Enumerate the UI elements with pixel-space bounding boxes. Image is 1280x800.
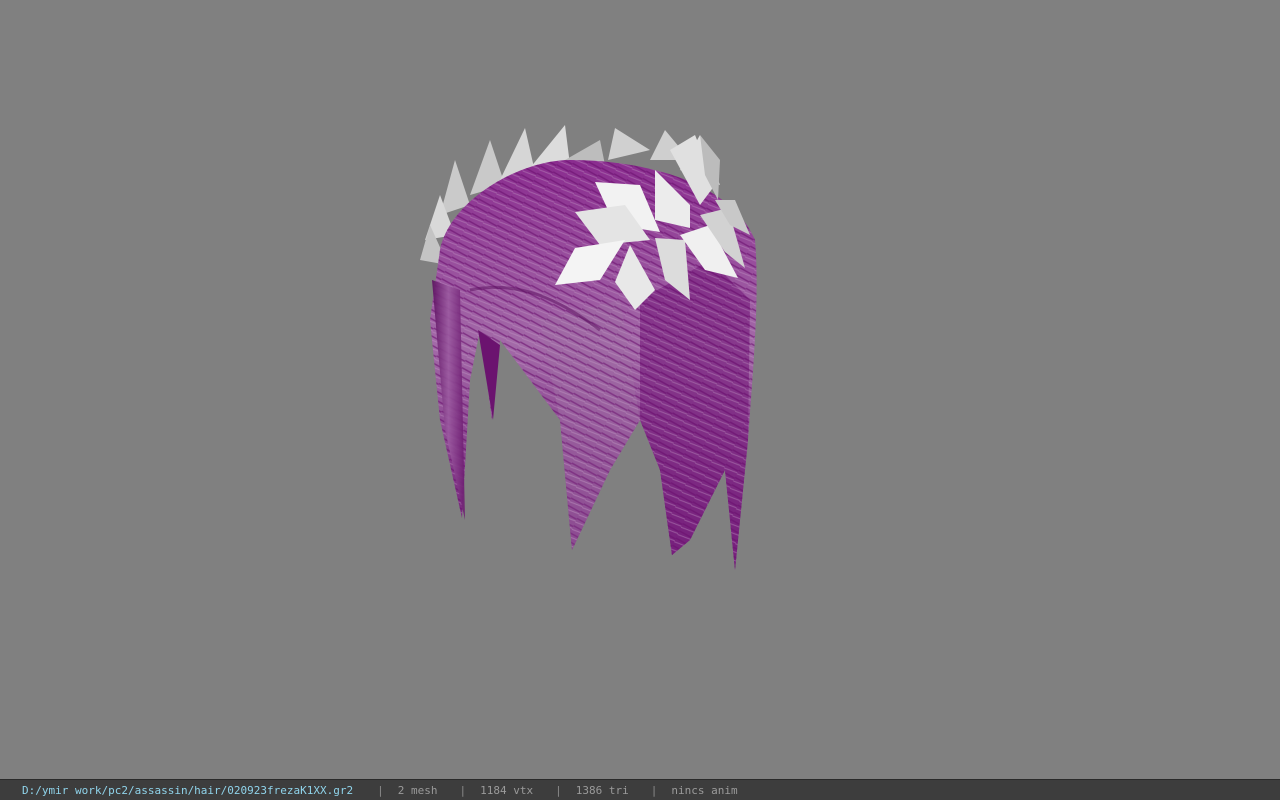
vertex-count: 1184 vtx <box>480 783 534 797</box>
status-separator: | <box>650 783 658 797</box>
mesh-count: 2 mesh <box>397 783 438 797</box>
hair-model <box>420 125 757 570</box>
status-bar: D:/ymir work/pc2/assassin/hair/020923fre… <box>0 779 1280 800</box>
animation-status: nincs anim <box>671 783 738 797</box>
status-separator: | <box>377 783 384 797</box>
file-path: D:/ymir work/pc2/assassin/hair/020923fre… <box>22 783 354 797</box>
3d-viewport[interactable] <box>0 0 1280 779</box>
triangle-count: 1386 tri <box>575 783 629 797</box>
status-separator: | <box>555 783 562 797</box>
status-separator: | <box>459 783 467 797</box>
